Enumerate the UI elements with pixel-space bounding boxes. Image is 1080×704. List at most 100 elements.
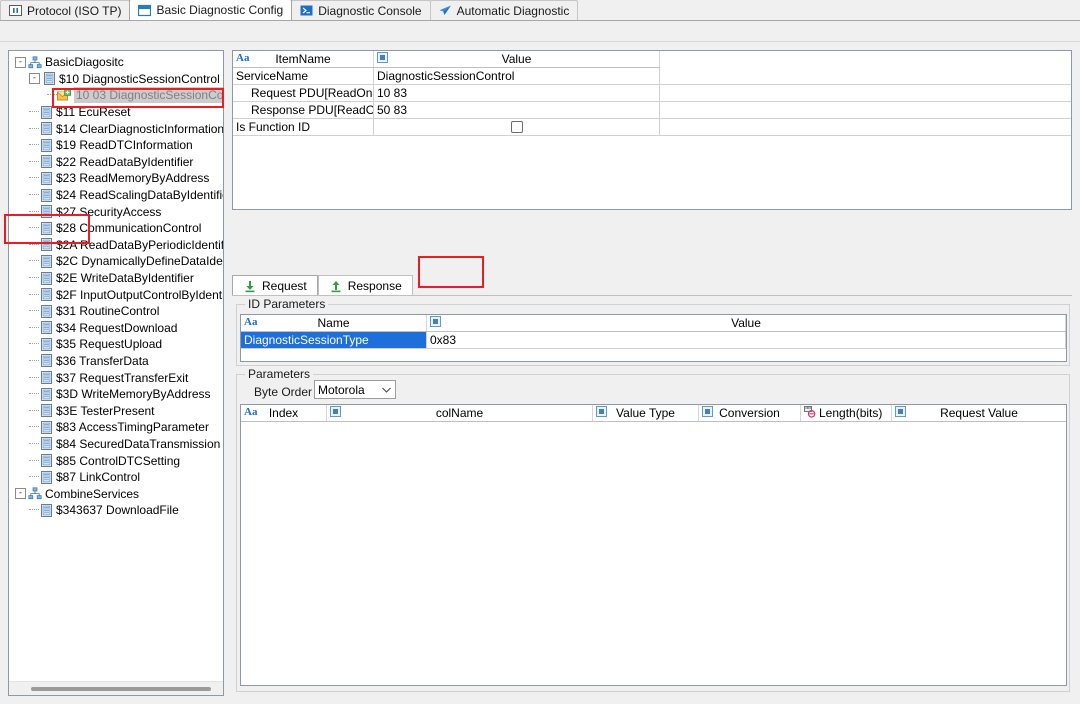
request-response-tab-underline bbox=[232, 295, 1072, 296]
item-name-cell: Request PDU[ReadOnly] bbox=[233, 85, 374, 101]
item-grid-row[interactable]: Is Function ID bbox=[233, 119, 1071, 136]
tree-node[interactable]: $34 RequestDownload bbox=[9, 320, 223, 337]
column-label: ItemName bbox=[275, 52, 330, 66]
tree-node[interactable]: $37 RequestTransferExit bbox=[9, 369, 223, 386]
tree-node[interactable]: -CombineServices bbox=[9, 485, 223, 502]
item-grid-row[interactable]: ServiceNameDiagnosticSessionControl bbox=[233, 68, 1071, 85]
tree-node[interactable]: $19 ReadDTCInformation bbox=[9, 137, 223, 154]
tree-node-label: $27 SecurityAccess bbox=[56, 204, 161, 220]
column-label: Length(bits) bbox=[819, 406, 882, 420]
is-function-id-checkbox[interactable] bbox=[511, 121, 523, 133]
item-value-cell[interactable]: 50 83 bbox=[374, 102, 660, 118]
tab-label: Request bbox=[262, 279, 307, 293]
service-icon bbox=[39, 337, 53, 351]
parameters-header-requestvalue[interactable]: Request Value bbox=[892, 405, 1066, 421]
tree-node-label: $37 RequestTransferExit bbox=[56, 370, 188, 386]
tree-expander-icon[interactable]: - bbox=[15, 57, 26, 68]
tree-guide-line bbox=[29, 509, 39, 511]
length-ruler-icon bbox=[804, 406, 816, 421]
item-value-cell[interactable]: 10 83 bbox=[374, 85, 660, 101]
tree-guide-line bbox=[29, 443, 39, 445]
tree-node[interactable]: - $10 DiagnosticSessionControl bbox=[9, 71, 223, 88]
parameters-header-conversion[interactable]: Conversion bbox=[699, 405, 801, 421]
tree-node[interactable]: $23 ReadMemoryByAddress bbox=[9, 170, 223, 187]
service-icon bbox=[39, 304, 53, 318]
request-response-tabstrip: Request Response bbox=[232, 274, 413, 296]
tab-diagnostic-console[interactable]: Diagnostic Console bbox=[291, 0, 430, 20]
service-icon bbox=[39, 171, 53, 185]
service-tree[interactable]: -BasicDiagositc-$10 DiagnosticSessionCon… bbox=[9, 51, 223, 519]
tree-node[interactable]: $22 ReadDataByIdentifier bbox=[9, 154, 223, 171]
item-grid-header-itemname[interactable]: Aa ItemName bbox=[233, 51, 374, 67]
tree-node[interactable]: $85 ControlDTCSetting bbox=[9, 452, 223, 469]
tree-scrollbar-thumb[interactable] bbox=[31, 687, 211, 691]
tab-basic-diagnostic-config[interactable]: Basic Diagnostic Config bbox=[129, 0, 292, 20]
tree-node[interactable]: - BasicDiagositc bbox=[9, 54, 223, 71]
parameters-header-valuetype[interactable]: Value Type bbox=[593, 405, 699, 421]
item-value-cell[interactable]: DiagnosticSessionControl bbox=[374, 68, 660, 84]
tree-node[interactable]: $2C DynamicallyDefineDataIdentifier bbox=[9, 253, 223, 270]
tree-node[interactable]: $36 TransferData bbox=[9, 353, 223, 370]
column-label: Name bbox=[317, 316, 349, 330]
tree-node-label: $85 ControlDTCSetting bbox=[56, 453, 180, 469]
item-grid-row[interactable]: Response PDU[ReadOnly]50 83 bbox=[233, 102, 1071, 119]
column-label: Value bbox=[502, 52, 532, 66]
tree-node[interactable]: $343637 DownloadFile bbox=[9, 502, 223, 519]
tree-node[interactable]: $14 ClearDiagnosticInformation bbox=[9, 120, 223, 137]
tree-node-label: $10 DiagnosticSessionControl bbox=[59, 71, 220, 87]
parameters-header-length[interactable]: Length(bits) bbox=[801, 405, 892, 421]
tree-node[interactable]: $84 SecuredDataTransmission bbox=[9, 436, 223, 453]
tab-response[interactable]: Response bbox=[318, 275, 413, 296]
service-icon bbox=[39, 437, 53, 451]
tree-node[interactable]: $3E TesterPresent bbox=[9, 402, 223, 419]
tab-protocol-iso-tp[interactable]: Protocol (ISO TP) bbox=[0, 0, 130, 20]
parameters-header-colname[interactable]: colName bbox=[327, 405, 593, 421]
tree-node[interactable]: $31 RoutineControl bbox=[9, 303, 223, 320]
parameters-header-index[interactable]: Aa Index bbox=[241, 405, 327, 421]
item-grid-header: Aa ItemName Value bbox=[233, 51, 660, 68]
tree-horizontal-scrollbar[interactable] bbox=[9, 681, 223, 695]
tree-node[interactable]: $35 RequestUpload bbox=[9, 336, 223, 353]
tree-node[interactable]: $87 LinkControl bbox=[9, 469, 223, 486]
tab-automatic-diagnostic[interactable]: Automatic Diagnostic bbox=[430, 0, 579, 20]
tree-node[interactable]: $83 AccessTimingParameter bbox=[9, 419, 223, 436]
tree-guide-line bbox=[29, 360, 39, 362]
service-icon bbox=[39, 354, 53, 368]
id-parameter-value-cell[interactable]: 0x83 bbox=[427, 332, 1066, 348]
item-grid-row[interactable]: Request PDU[ReadOnly]10 83 bbox=[233, 85, 1071, 102]
tree-node[interactable]: $28 CommunicationControl bbox=[9, 220, 223, 237]
tree-node[interactable]: $2F InputOutputControlByIdentifier bbox=[9, 286, 223, 303]
id-parameters-header-value[interactable]: Value bbox=[427, 315, 1066, 331]
id-parameters-header-name[interactable]: Aa Name bbox=[241, 315, 427, 331]
item-value-cell[interactable] bbox=[374, 119, 660, 135]
tree-guide-line bbox=[29, 426, 39, 428]
service-icon bbox=[39, 454, 53, 468]
item-name-cell: Is Function ID bbox=[233, 119, 374, 135]
tree-node[interactable]: $27 SecurityAccess bbox=[9, 203, 223, 220]
chevron-down-icon[interactable] bbox=[378, 381, 395, 398]
tree-node[interactable]: $2E WriteDataByIdentifier bbox=[9, 270, 223, 287]
tree-expander-icon[interactable]: - bbox=[15, 488, 26, 499]
id-parameters-body: DiagnosticSessionType0x83 bbox=[241, 332, 1066, 349]
tree-guide-line bbox=[29, 343, 39, 345]
tree-node[interactable]: $3D WriteMemoryByAddress bbox=[9, 386, 223, 403]
tree-node[interactable]: $24 ReadScalingDataByIdentifier bbox=[9, 187, 223, 204]
tab-label: Basic Diagnostic Config bbox=[156, 3, 283, 17]
service-icon bbox=[39, 122, 53, 136]
tree-node[interactable]: $11 EcuReset bbox=[9, 104, 223, 121]
tab-request[interactable]: Request bbox=[232, 275, 318, 296]
tree-node[interactable]: $2A ReadDataByPeriodicIdentifier bbox=[9, 237, 223, 254]
service-tree-scroll[interactable]: -BasicDiagositc-$10 DiagnosticSessionCon… bbox=[9, 51, 223, 681]
tree-guide-line bbox=[29, 310, 39, 312]
tree-node[interactable]: 10 03 DiagnosticSessionControl bbox=[9, 87, 223, 104]
tree-expander-icon[interactable]: - bbox=[29, 73, 40, 84]
tree-guide-line bbox=[29, 294, 39, 296]
tree-node-label: $14 ClearDiagnosticInformation bbox=[56, 121, 223, 137]
tree-node-label: BasicDiagositc bbox=[45, 54, 124, 70]
item-grid-header-value[interactable]: Value bbox=[374, 51, 660, 67]
id-parameter-row[interactable]: DiagnosticSessionType0x83 bbox=[241, 332, 1066, 349]
tree-guide-line bbox=[29, 111, 39, 113]
item-name-cell: Response PDU[ReadOnly] bbox=[233, 102, 374, 118]
byte-order-combobox[interactable]: Motorola bbox=[314, 380, 396, 399]
tree-node-label: $36 TransferData bbox=[56, 353, 149, 369]
